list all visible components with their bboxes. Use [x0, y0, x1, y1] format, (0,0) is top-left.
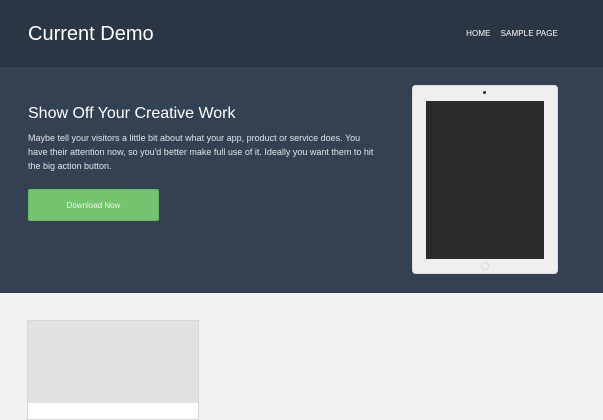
post-card[interactable] — [27, 320, 199, 420]
tablet-screen — [426, 101, 544, 259]
hero-description: Maybe tell your visitors a little bit ab… — [28, 133, 374, 171]
tablet-home-button — [481, 262, 489, 270]
site-header: Current Demo HOME SAMPLE PAGE — [0, 0, 603, 67]
download-now-button[interactable]: Download Now — [28, 189, 159, 221]
nav-item-sample-page[interactable]: SAMPLE PAGE — [501, 29, 558, 39]
nav-item-home[interactable]: HOME — [466, 29, 490, 39]
post-card-image-placeholder[interactable] — [28, 321, 198, 403]
main-nav: HOME SAMPLE PAGE — [466, 29, 558, 39]
hero-section: Show Off Your Creative Work Maybe tell y… — [0, 67, 603, 293]
hero-title: Show Off Your Creative Work — [28, 105, 236, 122]
site-title-link[interactable]: Current Demo — [28, 22, 154, 46]
tablet-camera-dot — [483, 91, 486, 94]
tablet-mockup-image — [412, 85, 558, 274]
content-area — [0, 293, 603, 420]
